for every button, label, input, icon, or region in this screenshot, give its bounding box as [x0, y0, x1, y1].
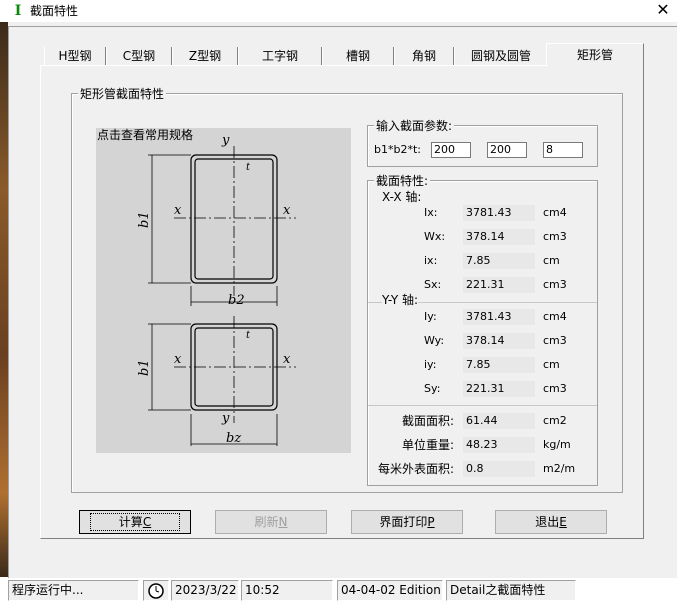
tab-c-steel[interactable]: C型钢 — [106, 47, 172, 65]
close-icon[interactable]: ✕ — [652, 0, 674, 20]
general-divider — [368, 405, 597, 406]
tab-round-pipe[interactable]: 圆钢及圆管 — [454, 47, 548, 65]
svg-text:x: x — [283, 203, 291, 218]
tab-h-steel[interactable]: H型钢 — [44, 47, 106, 65]
xx-axis-label: X-X 轴: — [382, 190, 422, 204]
svg-text:t: t — [246, 330, 251, 341]
tube-diagrams: y x x t b1 b2 x x t y b1 bz — [137, 133, 296, 446]
ix-label: Ix: — [424, 206, 438, 219]
status-edition: 04-04-02 Edition — [337, 580, 443, 601]
wx-label: Wx: — [424, 230, 446, 243]
wx-value: 378.14 — [463, 229, 535, 245]
weight-label: 单位重量: — [401, 438, 454, 452]
iy-radius-value: 7.85 — [463, 357, 535, 373]
calculate-label: 计算 — [118, 515, 143, 529]
sx-label: Sx: — [424, 278, 442, 291]
ix-radius-value: 7.85 — [463, 253, 535, 269]
group-title: 矩形管截面特性 — [78, 87, 167, 101]
surface-unit: m2/m — [543, 462, 576, 475]
desktop-background — [0, 22, 8, 577]
input-group-title: 输入截面参数: — [374, 119, 455, 133]
area-value: 61.44 — [463, 413, 535, 429]
svg-text:b2: b2 — [228, 293, 245, 308]
exit-button[interactable]: 退出E — [495, 510, 607, 534]
iy-radius-unit: cm — [543, 358, 560, 371]
ix-radius-label: ix: — [424, 254, 438, 267]
sy-value: 221.31 — [463, 381, 535, 397]
status-date: 2023/3/22 — [171, 580, 239, 601]
iy-unit: cm4 — [543, 310, 567, 323]
calculate-button[interactable]: 计算C — [79, 510, 191, 534]
tab-rect-tube[interactable]: 矩形管 — [546, 43, 644, 66]
wy-label: Wy: — [424, 334, 445, 347]
surface-value: 0.8 — [463, 461, 535, 477]
refresh-button[interactable]: 刷新N — [215, 510, 327, 534]
svg-text:b1: b1 — [137, 359, 152, 376]
status-state: 程序运行中... — [8, 580, 139, 601]
iy-value: 3781.43 — [463, 309, 535, 325]
sx-unit: cm3 — [543, 278, 567, 291]
app-icon: I — [14, 3, 22, 19]
status-time: 10:52 — [241, 580, 333, 601]
ix-value: 3781.43 — [463, 205, 535, 221]
status-detail: Detail之截面特性 — [446, 580, 576, 601]
properties-title: 截面特性: — [374, 174, 431, 188]
calculate-button-focus: 计算C — [89, 513, 181, 531]
clock-icon-graphic — [148, 583, 164, 599]
print-button[interactable]: 界面打印P — [351, 510, 463, 534]
weight-unit: kg/m — [543, 438, 571, 451]
svg-text:bz: bz — [226, 431, 241, 446]
svg-text:b1: b1 — [137, 211, 152, 228]
tab-i-beam[interactable]: 工字钢 — [238, 47, 322, 65]
svg-text:t: t — [246, 162, 251, 173]
weight-value: 48.23 — [463, 437, 535, 453]
refresh-hotkey: N — [278, 515, 288, 529]
title-bar: I 截面特性 ✕ — [0, 0, 677, 22]
window-title: 截面特性 — [30, 4, 79, 18]
svg-text:x: x — [174, 203, 182, 218]
refresh-label: 刷新 — [254, 515, 279, 529]
area-label: 截面面积: — [401, 414, 454, 428]
wy-value: 378.14 — [463, 333, 535, 349]
wy-unit: cm3 — [543, 334, 567, 347]
wx-unit: cm3 — [543, 230, 567, 243]
exit-label: 退出 — [535, 515, 560, 529]
exit-hotkey: E — [559, 515, 567, 529]
svg-text:y: y — [221, 133, 230, 148]
dimension-label: b1*b2*t: — [374, 143, 421, 156]
b1-input[interactable]: 200 — [431, 142, 471, 158]
yy-axis-label: Y-Y 轴: — [382, 293, 419, 307]
iy-label: Iy: — [424, 310, 437, 323]
print-label: 界面打印 — [379, 515, 428, 529]
iy-radius-label: iy: — [424, 358, 437, 371]
sy-label: Sy: — [424, 382, 441, 395]
clock-icon — [143, 580, 169, 601]
svg-text:y: y — [221, 411, 230, 426]
tab-channel[interactable]: 槽钢 — [322, 47, 394, 65]
surface-label: 每米外表面积: — [377, 462, 454, 476]
tab-angle[interactable]: 角钢 — [394, 47, 454, 65]
sx-value: 221.31 — [463, 277, 535, 293]
ix-unit: cm4 — [543, 206, 567, 219]
area-unit: cm2 — [543, 414, 567, 427]
sy-unit: cm3 — [543, 382, 567, 395]
svg-text:x: x — [174, 352, 182, 367]
t-input[interactable]: 8 — [543, 142, 583, 158]
svg-text:x: x — [283, 352, 291, 367]
b2-input[interactable]: 200 — [487, 142, 527, 158]
print-hotkey: P — [427, 515, 435, 529]
section-drawing[interactable]: 点击查看常用规格 y x x t b1 b2 x x t y b1 bz — [96, 128, 351, 453]
tab-z-steel[interactable]: Z型钢 — [172, 47, 238, 65]
calculate-hotkey: C — [142, 515, 152, 529]
ix-radius-unit: cm — [543, 254, 560, 267]
